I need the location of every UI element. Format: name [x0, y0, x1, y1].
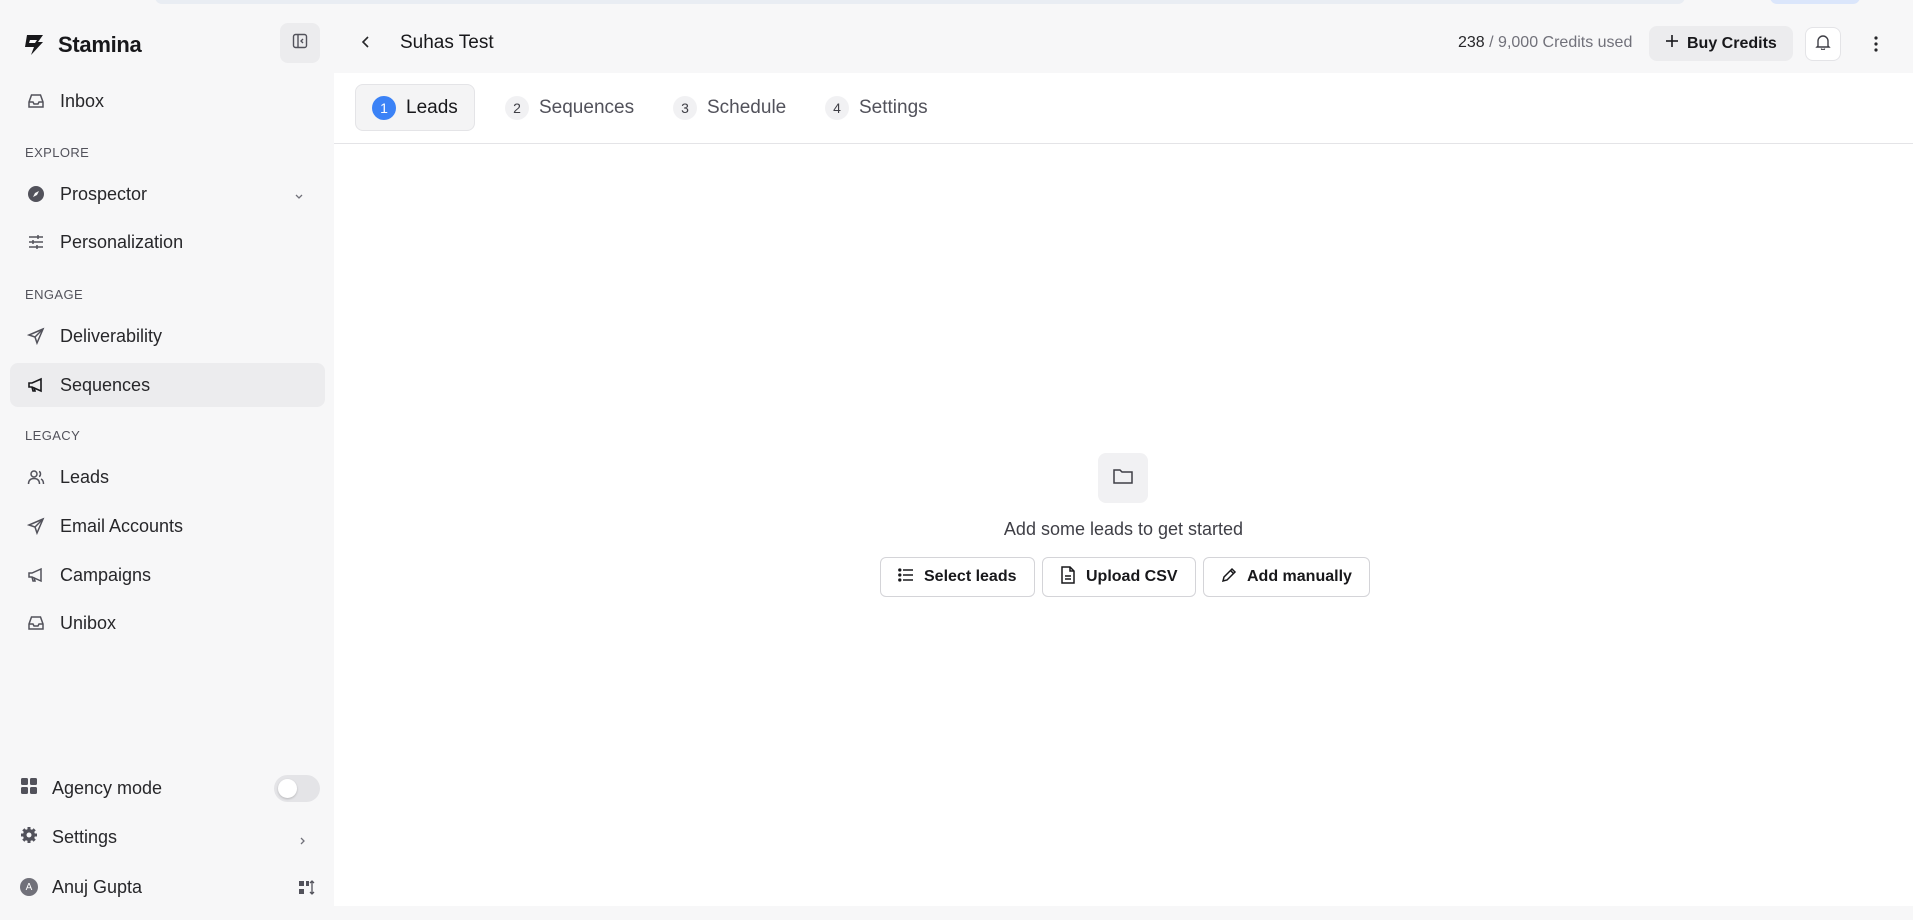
sidebar-item-label: Leads	[60, 466, 110, 487]
sidebar-item-label: Unibox	[60, 612, 117, 633]
buy-credits-label: Buy Credits	[1687, 34, 1777, 52]
sidebar-item-inbox[interactable]: Inbox	[10, 79, 325, 123]
browser-button-edge	[1770, 0, 1860, 4]
sidebar-item-deliverability[interactable]: Deliverability	[10, 314, 325, 358]
top-header: Suhas Test 238 / 9,000 Credits used Buy …	[334, 12, 1913, 73]
step-tabs: 1 Leads 2 Sequences 3 Schedule 4 Setting…	[334, 73, 1913, 144]
inbox-icon	[26, 613, 46, 633]
add-manually-button[interactable]: Add manually	[1203, 557, 1370, 597]
sidebar-item-label: Sequences	[60, 374, 151, 395]
main-panel: 1 Leads 2 Sequences 3 Schedule 4 Setting…	[334, 73, 1913, 906]
sidebar-item-label: Deliverability	[60, 325, 163, 346]
gear-icon	[20, 826, 38, 849]
more-options-button[interactable]	[1864, 32, 1888, 56]
button-label: Upload CSV	[1086, 568, 1178, 585]
tab-number: 4	[825, 95, 849, 120]
stamina-logo-icon	[20, 31, 48, 59]
sidebar-item-email-accounts[interactable]: Email Accounts	[10, 504, 325, 548]
grid-icon	[20, 777, 38, 800]
credits-used-count: 238	[1458, 34, 1485, 51]
sidebar-item-sequences[interactable]: Sequences	[10, 363, 325, 407]
button-label: Select leads	[924, 568, 1017, 585]
settings-label: Settings	[52, 826, 118, 847]
upload-csv-button[interactable]: Upload CSV	[1042, 557, 1196, 597]
sidebar-item-settings[interactable]: Settings	[20, 817, 320, 857]
agency-mode-toggle[interactable]	[274, 775, 320, 802]
bell-icon	[1815, 34, 1831, 55]
empty-state-icon	[1098, 453, 1148, 503]
section-label-legacy: LEGACY	[25, 428, 81, 443]
tab-label: Sequences	[539, 96, 635, 118]
brand-name: Stamina	[58, 32, 142, 57]
chevron-down-icon	[293, 186, 305, 207]
user-profile[interactable]: A Anuj Gupta	[20, 867, 320, 907]
pencil-icon	[1221, 567, 1237, 588]
tab-schedule[interactable]: 3 Schedule	[657, 84, 802, 131]
megaphone-icon	[26, 565, 46, 585]
user-name: Anuj Gupta	[52, 876, 143, 897]
tab-number: 1	[372, 95, 396, 120]
send-icon	[26, 516, 46, 536]
browser-top-strip	[0, 0, 1913, 12]
agency-mode-label: Agency mode	[52, 777, 163, 798]
select-leads-button[interactable]: Select leads	[880, 557, 1035, 597]
sidebar-item-label: Personalization	[60, 231, 184, 252]
sidebar-item-label: Prospector	[60, 183, 148, 204]
agency-mode-row: Agency mode	[20, 768, 320, 808]
tab-label: Settings	[859, 96, 928, 118]
page-title: Suhas Test	[400, 32, 494, 53]
sliders-icon	[26, 232, 46, 252]
collapse-sidebar-button[interactable]	[280, 23, 320, 63]
chevron-left-icon	[361, 36, 369, 48]
credits-total-text: / 9,000 Credits used	[1489, 34, 1633, 51]
tab-number: 2	[505, 95, 529, 120]
tab-label: Leads	[406, 96, 458, 118]
sidebar-item-prospector[interactable]: Prospector	[10, 172, 325, 216]
compass-icon	[26, 184, 46, 204]
section-label-explore: EXPLORE	[25, 145, 90, 160]
section-label-engage: ENGAGE	[25, 287, 84, 302]
more-vertical-icon	[1874, 36, 1878, 52]
tab-leads[interactable]: 1 Leads	[355, 84, 475, 131]
panel-collapse-icon	[292, 33, 308, 54]
inbox-icon	[26, 91, 46, 111]
sidebar-item-label: Inbox	[60, 90, 105, 111]
back-button[interactable]	[354, 30, 378, 54]
tab-settings[interactable]: 4 Settings	[809, 84, 944, 131]
list-icon	[898, 567, 914, 588]
button-label: Add manually	[1247, 568, 1352, 585]
buy-credits-button[interactable]: Buy Credits	[1649, 26, 1793, 61]
switch-account-icon[interactable]	[298, 879, 316, 902]
address-bar-edge	[155, 0, 1685, 4]
tab-label: Schedule	[707, 96, 787, 118]
send-icon	[26, 326, 46, 346]
tab-sequences[interactable]: 2 Sequences	[489, 84, 650, 131]
sidebar: Stamina Inbox EXPLORE Prospector Persona…	[0, 12, 334, 920]
sidebar-item-label: Campaigns	[60, 564, 152, 585]
sidebar-item-unibox[interactable]: Unibox	[10, 601, 325, 645]
sidebar-item-campaigns[interactable]: Campaigns	[10, 553, 325, 597]
empty-state-message: Add some leads to get started	[1003, 519, 1244, 539]
sidebar-item-label: Email Accounts	[60, 515, 184, 536]
folder-icon	[1112, 465, 1134, 492]
notifications-button[interactable]	[1805, 27, 1841, 61]
credits-usage: 238 / 9,000 Credits used	[1458, 34, 1632, 52]
sidebar-item-personalization[interactable]: Personalization	[10, 220, 325, 264]
megaphone-icon	[26, 375, 46, 395]
users-icon	[26, 467, 46, 487]
plus-icon	[1665, 34, 1679, 53]
avatar: A	[20, 878, 38, 896]
tab-number: 3	[673, 95, 697, 120]
file-icon	[1060, 565, 1076, 589]
chevron-right-icon	[296, 831, 308, 852]
brand[interactable]: Stamina	[20, 30, 142, 60]
sidebar-item-leads[interactable]: Leads	[10, 455, 325, 499]
